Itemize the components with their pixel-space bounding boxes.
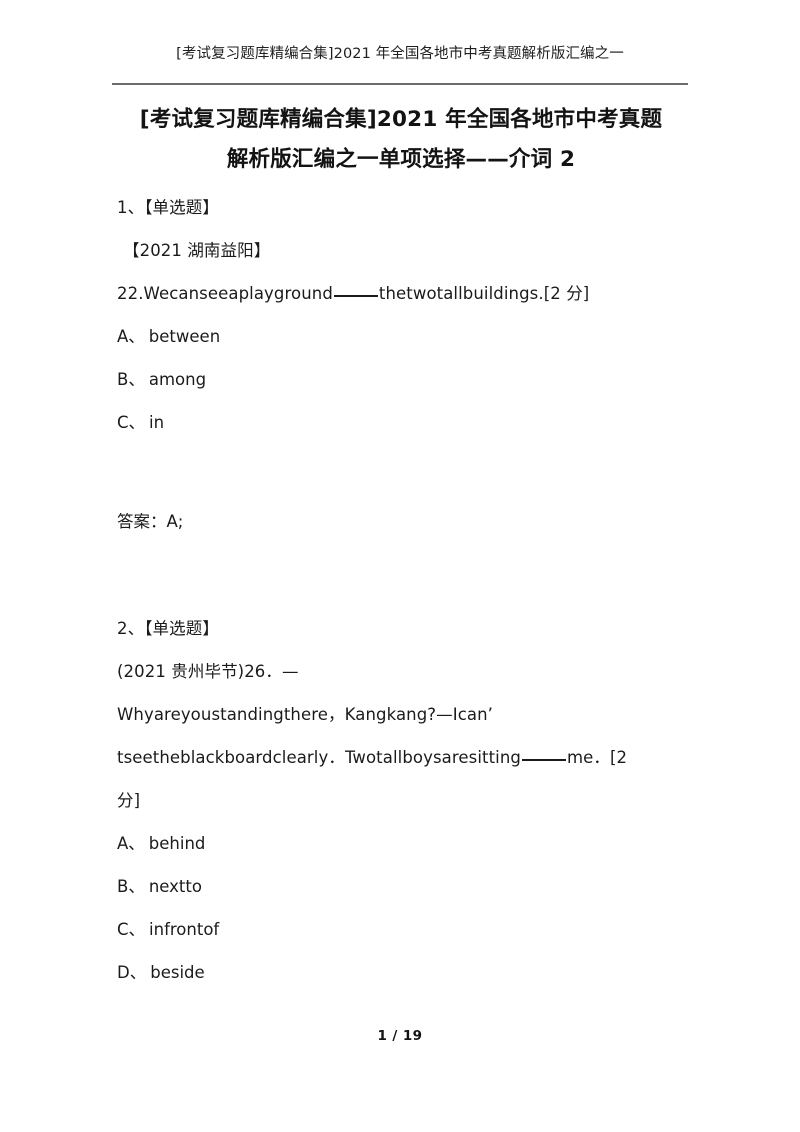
question-1-stem: 22.Wecanseeaplayground thetwotallbuilding… [117, 272, 697, 315]
question-1-option-a[interactable]: A、 between [117, 315, 697, 358]
question-2-option-a-text: behind [148, 834, 206, 853]
page-title: [考试复习题库精编合集]2021 年全国各地市中考真题 解析版汇编之一单项选择—… [112, 100, 690, 180]
question-1-option-b[interactable]: B、 among [117, 358, 697, 401]
question-list: 1、【单选题】 【2021 湖南益阳】 22.Wecanseeaplaygrou… [117, 186, 697, 994]
question-1-stem-after-blank: thetwotallbuildings.[2 分] [378, 284, 590, 303]
header-divider-rule [112, 83, 688, 85]
question-2-option-d-key: D、 [117, 963, 147, 982]
question-1-answer: 答案：A; [117, 512, 184, 531]
question-2-stem-line-3: 分] [117, 791, 141, 810]
page-number-footer: 1 / 19 [377, 1028, 423, 1044]
question-2-source-label: (2021 贵州毕节)26．— [117, 662, 299, 681]
question-block-1: 1、【单选题】 【2021 湖南益阳】 22.Wecanseeaplaygrou… [117, 186, 697, 543]
question-2-option-d[interactable]: D、 beside [117, 951, 697, 994]
question-2-option-d-text: beside [150, 963, 205, 982]
question-1-answer-blank [333, 295, 378, 297]
question-2-stem-line-1: Whyareyoustandingthere，Kangkang?—Ican’ [117, 705, 494, 724]
question-2-option-a[interactable]: A、 behind [117, 822, 697, 865]
question-1-option-b-text: among [148, 370, 207, 389]
question-1-option-c-text: in [149, 413, 165, 432]
question-1-option-c[interactable]: C、 in [117, 401, 697, 444]
question-1-option-c-key: C、 [117, 413, 146, 432]
question-2-option-c-text: infrontof [149, 920, 220, 939]
question-1-gap [117, 444, 697, 500]
question-2-option-c-key: C、 [117, 920, 146, 939]
question-1-source-label: 【2021 湖南益阳】 [123, 241, 271, 260]
question-2-stem-after-blank: me．[2 [566, 748, 628, 767]
document-page: [考试复习题库精编合集]2021 年全国各地市中考真题解析版汇编之一 [考试复习… [0, 0, 800, 1132]
question-1-option-b-key: B、 [117, 370, 145, 389]
question-2-option-b-text: nextto [148, 877, 202, 896]
question-1-stem-before-blank: 22.Wecanseeaplayground [117, 284, 333, 303]
question-separator [117, 543, 697, 607]
question-block-2: 2、【单选题】 (2021 贵州毕节)26．— Whyareyoustandin… [117, 607, 697, 994]
question-2-answer-blank [521, 759, 566, 761]
page-title-line-1: [考试复习题库精编合集]2021 年全国各地市中考真题 [139, 107, 663, 132]
question-2-option-b[interactable]: B、 nextto [117, 865, 697, 908]
question-2-option-a-key: A、 [117, 834, 145, 853]
question-2-number-label: 2、【单选题】 [117, 619, 219, 638]
question-2-stem-line-2: tseetheblackboardclearly．Twotallboysares… [117, 736, 697, 779]
question-1-number-label: 1、【单选题】 [117, 198, 219, 217]
question-1-option-a-key: A、 [117, 327, 145, 346]
question-2-stem-before-blank: tseetheblackboardclearly．Twotallboysares… [117, 748, 521, 767]
question-2-option-c[interactable]: C、 infrontof [117, 908, 697, 951]
page-title-line-2: 解析版汇编之一单项选择——介词 2 [226, 147, 576, 172]
question-1-option-a-text: between [148, 327, 221, 346]
running-header: [考试复习题库精编合集]2021 年全国各地市中考真题解析版汇编之一 [176, 46, 624, 62]
question-2-option-b-key: B、 [117, 877, 145, 896]
